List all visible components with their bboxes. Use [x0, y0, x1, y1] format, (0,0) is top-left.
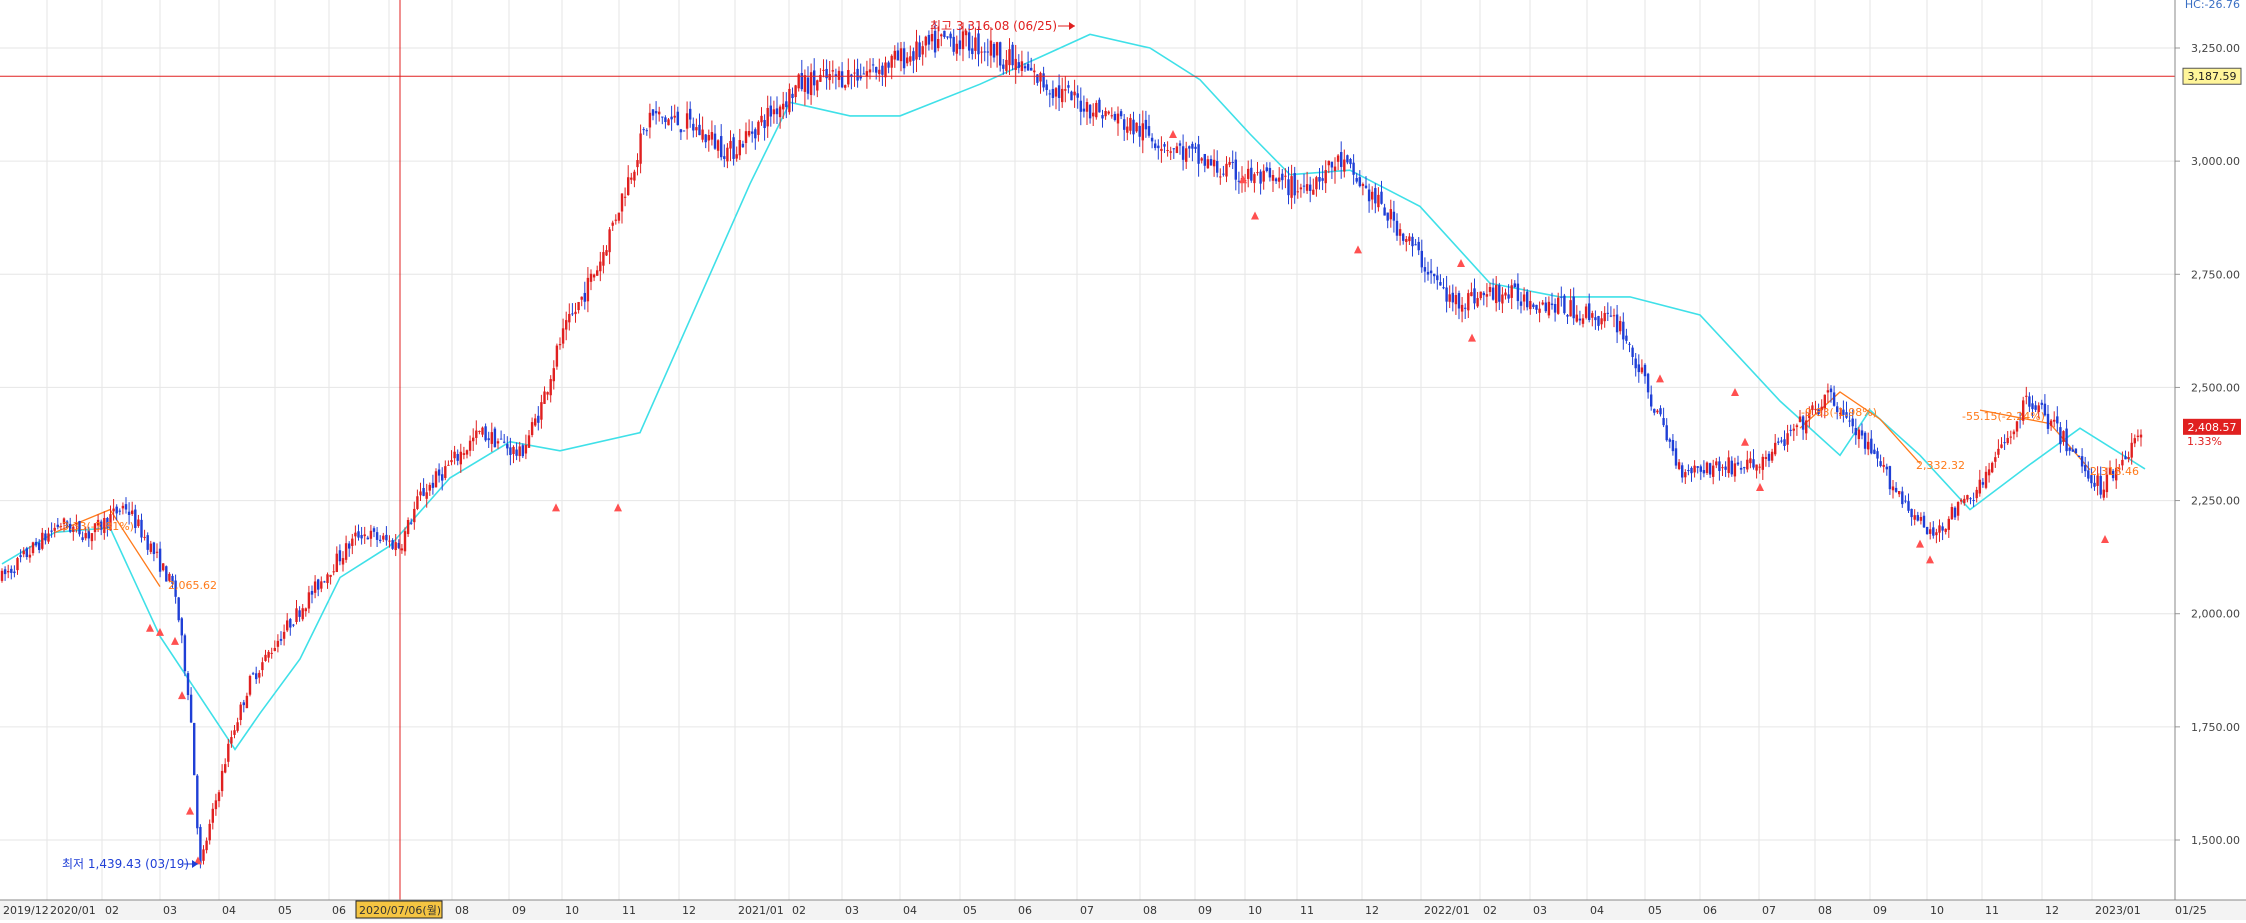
candle	[1563, 293, 1566, 315]
candle	[1526, 289, 1529, 311]
candle	[406, 517, 410, 537]
candle	[1070, 90, 1073, 101]
top-right-label: HC:-26.76	[2185, 0, 2240, 11]
x-tick-label: 09	[512, 904, 526, 917]
y-tick-label: 1,500.00	[2191, 834, 2240, 847]
candle	[1098, 97, 1101, 113]
x-tick-label: 05	[278, 904, 292, 917]
candle	[1925, 526, 1929, 535]
candle	[2074, 448, 2078, 454]
trend-annotation-label: 2,332.32	[1916, 459, 1965, 472]
y-tick-label: 2,000.00	[2191, 608, 2240, 621]
x-tick-label: 09	[1873, 904, 1887, 917]
y-tick-label: 3,250.00	[2191, 42, 2240, 55]
x-tick-label: 07	[1080, 904, 1094, 917]
x-tick-label: 04	[903, 904, 917, 917]
x-tick-label: 03	[163, 904, 177, 917]
crosshair-price-label: 3,187.59	[2188, 70, 2237, 83]
x-tick-label: 02	[105, 904, 119, 917]
candle	[248, 674, 252, 697]
trend-annotation-label: 2,065.62	[168, 579, 217, 592]
x-tick-label: 06	[1018, 904, 1032, 917]
x-tick-label: 12	[682, 904, 696, 917]
x-tick-label: 11	[1300, 904, 1314, 917]
x-tick-label: 02	[792, 904, 806, 917]
candle	[493, 426, 497, 448]
chart-canvas[interactable]: 3,187.59 2,408.571.33% 최고 3,316.08 (06/25)…	[0, 0, 2246, 920]
x-tick-label: 07	[1762, 904, 1776, 917]
x-tick-label: 11	[622, 904, 636, 917]
low-annotation: 최저 1,439.43 (03/19)	[62, 857, 189, 871]
x-tick-label: 10	[1248, 904, 1262, 917]
x-tick-label: 12	[1365, 904, 1379, 917]
x-tick-label: 12	[2045, 904, 2059, 917]
x-tick-label: 2020/01	[50, 904, 96, 917]
y-tick-label: 2,250.00	[2191, 495, 2240, 508]
last-price-change: 1.33%	[2187, 435, 2222, 448]
stock-chart[interactable]: 3,187.59 2,408.57 1.33% 최고 3,316.08 (06/25)…	[0, 0, 2246, 920]
candle	[682, 130, 686, 132]
candle	[555, 343, 559, 370]
x-tick-label: 06	[332, 904, 346, 917]
y-tick-label: 2,500.00	[2191, 381, 2240, 394]
trend-annotation-label: -9.83(-1.98%)	[1801, 406, 1877, 419]
x-tick-label: 05	[963, 904, 977, 917]
x-tick-label: 01/25	[2175, 904, 2207, 917]
candle	[196, 774, 199, 835]
candle	[162, 563, 165, 572]
x-tick-label: 08	[1818, 904, 1832, 917]
x-tick-label: 2020/07/06(월)	[359, 904, 441, 917]
trend-annotation-label: 2,318.46	[2090, 465, 2139, 478]
x-tick-label: 03	[1533, 904, 1547, 917]
candle	[1095, 100, 1098, 120]
x-tick-label: 06	[1703, 904, 1717, 917]
high-annotation: 최고 3,316.08 (06/25)	[930, 19, 1057, 33]
x-tick-label: 2019/12	[3, 904, 49, 917]
x-tick-label: 11	[1985, 904, 1999, 917]
trend-annotation-label: -55.15(-2.24%)	[1962, 410, 2045, 423]
x-tick-label: 10	[565, 904, 579, 917]
x-tick-label: 05	[1648, 904, 1662, 917]
y-tick-label: 2,750.00	[2191, 268, 2240, 281]
x-tick-label: 04	[1590, 904, 1604, 917]
last-price-label: 2,408.57	[2188, 421, 2237, 434]
y-tick-label: 3,000.00	[2191, 155, 2240, 168]
candle	[521, 443, 524, 459]
x-tick-label: 02	[1483, 904, 1497, 917]
y-tick-label: 1,750.00	[2191, 721, 2240, 734]
candle	[177, 596, 180, 623]
x-tick-label: 10	[1930, 904, 1944, 917]
candle	[183, 633, 187, 677]
candle	[193, 722, 196, 776]
x-tick-label: 08	[455, 904, 469, 917]
candle	[1135, 122, 1138, 133]
x-tick-label: 08	[1143, 904, 1157, 917]
x-tick-label: 2021/01	[738, 904, 784, 917]
trend-annotation-label: -3.33(-3.81%)	[58, 520, 134, 533]
x-tick-label: 03	[845, 904, 859, 917]
x-tick-label: 2022/01	[1424, 904, 1470, 917]
candle	[1705, 461, 1709, 476]
x-tick-label: 2023/01	[2095, 904, 2141, 917]
plot-background	[0, 0, 2175, 900]
candle	[1991, 461, 1994, 474]
x-tick-label: 09	[1198, 904, 1212, 917]
x-tick-label: 04	[222, 904, 236, 917]
